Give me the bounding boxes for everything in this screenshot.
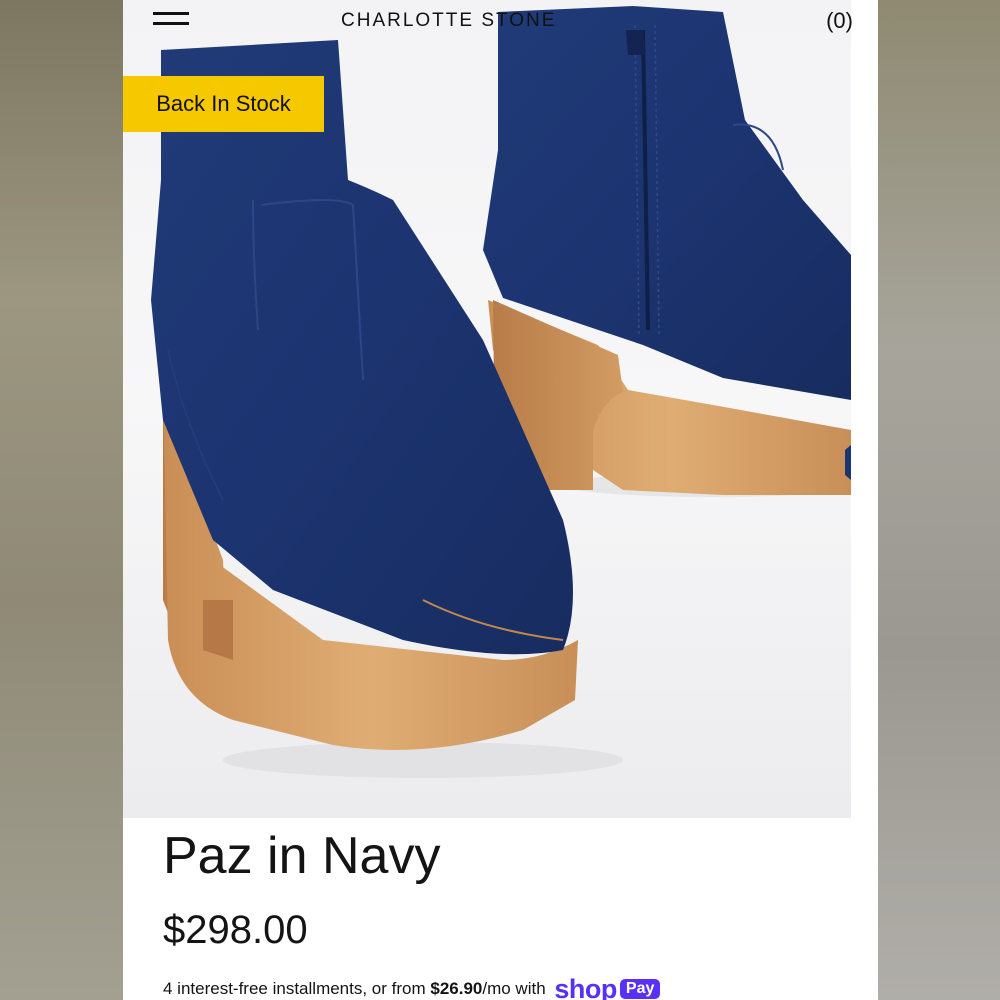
product-title: Paz in Navy — [163, 827, 441, 885]
shop-pay-logo[interactable]: shop — [554, 974, 617, 1000]
backdrop-left — [0, 0, 123, 1000]
installments-info: 4 interest-free installments, or from $2… — [163, 974, 661, 1000]
product-price: $298.00 — [163, 908, 308, 952]
third-boot-edge — [845, 445, 851, 480]
cart-count[interactable]: (0) — [826, 8, 853, 34]
product-page: CHARLOTTE STONE (0) Back In Stock Paz in… — [123, 0, 878, 1000]
backdrop-right — [878, 0, 1000, 1000]
back-boot — [483, 6, 851, 495]
brand-logo[interactable]: CHARLOTTE STONE — [341, 10, 556, 32]
installment-amount: $26.90 — [430, 979, 483, 998]
installments-suffix: /mo with — [482, 979, 546, 998]
shop-pay-pill[interactable]: Pay — [619, 979, 661, 999]
hamburger-menu-icon[interactable] — [153, 12, 189, 32]
installments-prefix: 4 interest-free installments, or from — [163, 979, 431, 998]
back-in-stock-badge: Back In Stock — [123, 76, 324, 132]
site-header: CHARLOTTE STONE (0) — [123, 0, 878, 42]
